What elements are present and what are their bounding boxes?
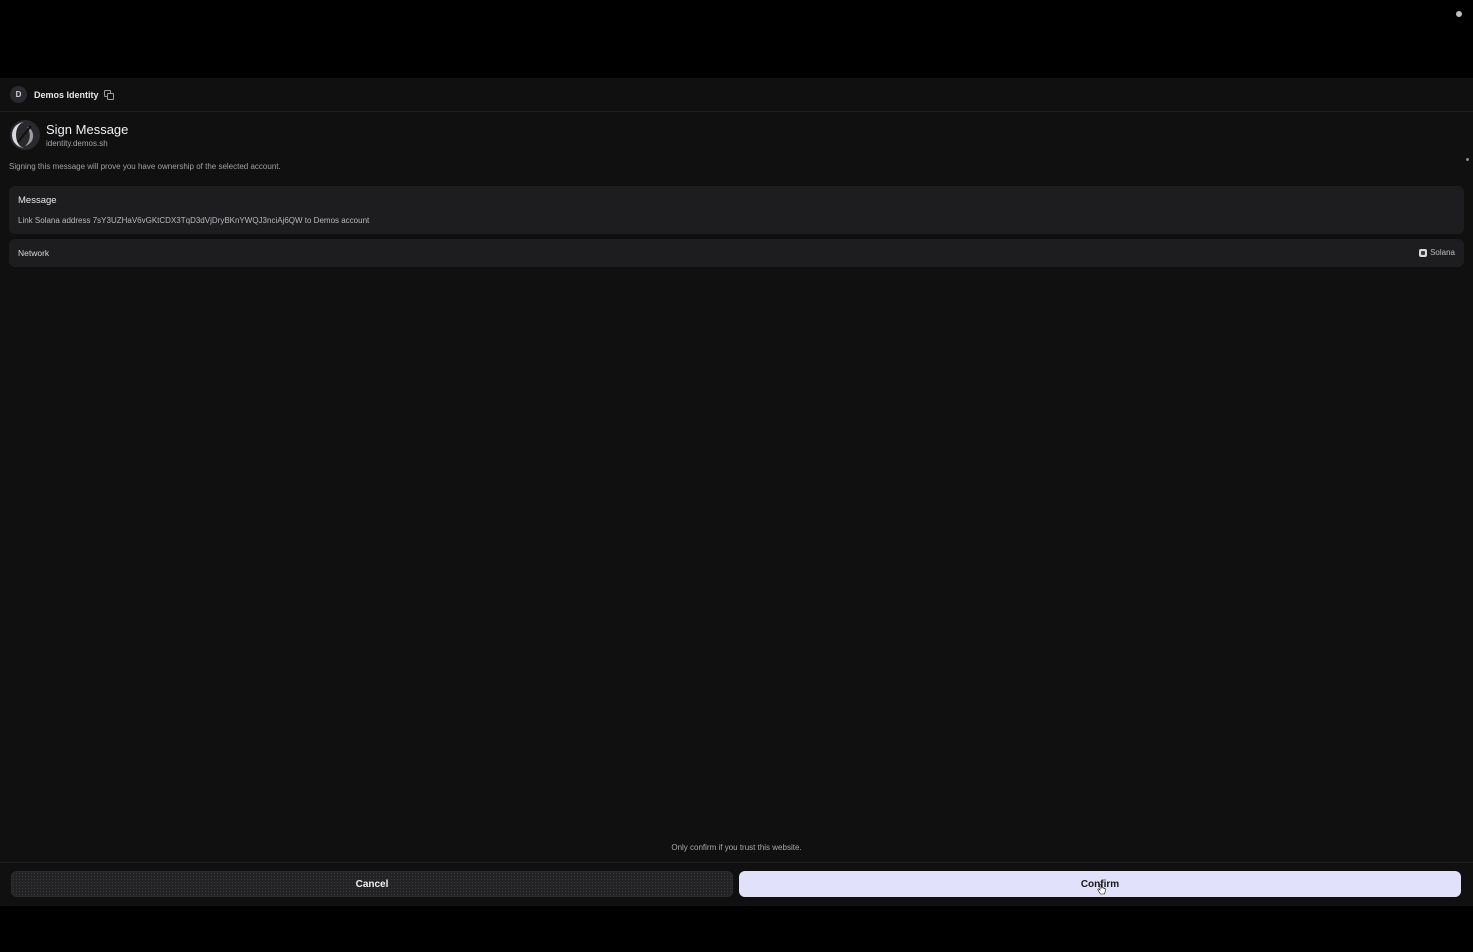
top-black-area: [0, 0, 1473, 78]
identity-name: Demos Identity: [34, 89, 99, 100]
footer-divider: [0, 862, 1473, 863]
copy-icon[interactable]: [103, 90, 114, 100]
solana-icon: [1419, 248, 1428, 257]
message-card: Message Link Solana address 7sY3UZHaV6vG…: [9, 186, 1464, 234]
indicator-dot-icon: [1466, 158, 1469, 161]
network-value: Solana: [1430, 248, 1455, 257]
network-value-wrap: Solana: [1419, 248, 1455, 257]
page-title: Sign Message: [46, 122, 129, 137]
request-title-block: Sign Message identity.demos.sh: [9, 119, 128, 151]
message-value: Link Solana address 7sY3UZHaV6vGKtCDX3Tq…: [18, 216, 370, 225]
request-origin: identity.demos.sh: [46, 139, 108, 148]
request-description: Signing this message will prove you have…: [9, 162, 281, 171]
identity-header: D Demos Identity: [0, 78, 1473, 112]
status-dot-icon: [1456, 11, 1462, 17]
avatar: D: [10, 86, 27, 103]
sign-message-panel: D Demos Identity Sign Message identity.d…: [0, 78, 1473, 906]
trust-warning: Only confirm if you trust this website.: [671, 843, 802, 852]
network-label: Network: [18, 248, 50, 258]
network-card: Network Solana: [9, 239, 1464, 267]
cancel-button[interactable]: Cancel: [11, 871, 733, 897]
demos-logo-icon: [10, 120, 40, 150]
hand-cursor-icon: [1097, 884, 1106, 895]
message-label: Message: [18, 195, 57, 206]
bottom-black-area: [0, 906, 1473, 952]
